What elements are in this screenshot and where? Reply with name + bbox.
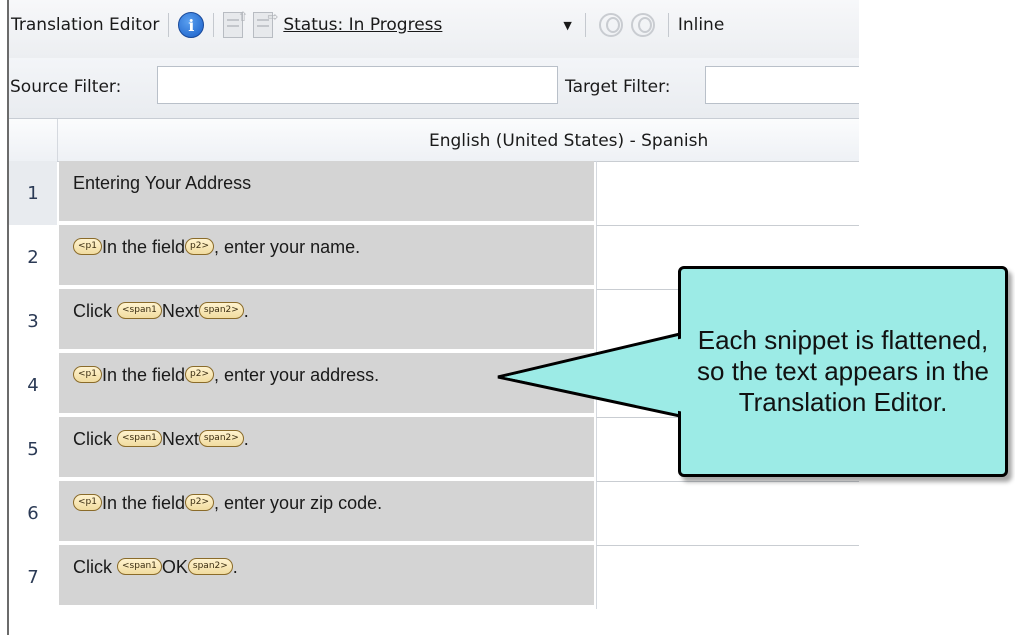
target-cell[interactable]: [596, 545, 859, 609]
source-text: , enter your name.: [214, 237, 361, 257]
inline-tag: p2>: [185, 365, 215, 383]
source-text: Next: [161, 429, 199, 449]
inline-tag: p2>: [185, 493, 215, 511]
row-number: 4: [27, 374, 39, 396]
source-text: Click: [73, 429, 117, 449]
source-cell[interactable]: <p1 In the field p2>, enter your zip code.: [59, 481, 594, 543]
source-text: In the field: [101, 237, 186, 257]
source-text: Click: [73, 557, 117, 577]
inline-tag: <span1: [117, 429, 162, 447]
toolbar: Translation Editor i ⇧ ⇨ Status: In Prog…: [9, 0, 859, 59]
grid-corner: [9, 119, 58, 161]
segment-row[interactable]: 1 Entering Your Address: [9, 161, 859, 225]
chevron-down-icon: ▼: [563, 18, 572, 32]
source-text: , enter your zip code.: [214, 493, 383, 513]
row-number: 5: [27, 438, 39, 460]
source-text: .: [232, 557, 238, 577]
toolbar-separator: [584, 13, 586, 37]
segment-row[interactable]: 7 Click <span1 OK span2>.: [9, 545, 859, 609]
source-text: Entering Your Address: [73, 173, 252, 193]
source-cell[interactable]: Click <span1 Next span2>.: [59, 417, 594, 479]
row-number: 7: [27, 566, 39, 588]
row-number: 3: [27, 310, 39, 332]
toolbar-separator: [168, 13, 170, 37]
inline-tag: span2>: [198, 301, 244, 319]
inline-tag: span2>: [187, 557, 233, 575]
source-text: .: [243, 429, 249, 449]
inline-tag: p2>: [185, 237, 215, 255]
source-text: Next: [161, 301, 199, 321]
source-text: In the field: [101, 493, 186, 513]
source-text: Click: [73, 301, 117, 321]
filter-bar: Source Filter: Target Filter:: [9, 58, 859, 119]
source-filter-input[interactable]: [157, 66, 558, 104]
source-text: , enter your address.: [214, 365, 380, 385]
source-cell[interactable]: <p1 In the field p2>, enter your name.: [59, 225, 594, 287]
callout-pointer: [497, 332, 682, 418]
export-document-icon[interactable]: ⇧: [223, 10, 248, 38]
source-text: In the field: [101, 365, 186, 385]
inline-tag: <span1: [117, 557, 162, 575]
inline-tag: <p1: [73, 365, 102, 383]
row-number: 6: [27, 502, 39, 524]
status-dropdown[interactable]: Status: In Progress ▼: [283, 15, 575, 35]
grid-header: English (United States) - Spanish: [9, 119, 859, 162]
row-number: 2: [27, 246, 39, 268]
target-filter-input[interactable]: [705, 66, 859, 104]
segment-row[interactable]: 6 <p1 In the field p2>, enter your zip code…: [9, 481, 859, 545]
inline-tag: <span1: [117, 301, 162, 319]
status-dropdown-label: Status: In Progress: [283, 15, 443, 35]
inline-button[interactable]: Inline: [678, 15, 724, 35]
inline-tag: <p1: [73, 493, 102, 511]
row-number: 1: [9, 161, 57, 225]
toolbar-row: Translation Editor i ⇧ ⇨ Status: In Prog…: [9, 8, 724, 42]
segment-merge-icon[interactable]: [598, 13, 623, 37]
source-cell[interactable]: Click <span1 OK span2>.: [59, 545, 594, 607]
info-icon[interactable]: i: [178, 12, 205, 38]
source-text: OK: [161, 557, 188, 577]
target-filter-label: Target Filter:: [565, 77, 671, 97]
source-filter-label: Source Filter:: [10, 77, 122, 97]
language-pair-header[interactable]: English (United States) - Spanish: [429, 131, 708, 151]
target-cell[interactable]: [596, 481, 859, 545]
callout-text: Each snippet is flattened, so the text a…: [697, 325, 989, 417]
import-document-icon[interactable]: ⇨: [253, 10, 278, 38]
inline-tag: <p1: [73, 237, 102, 255]
inline-tag: span2>: [198, 429, 244, 447]
toolbar-title: Translation Editor: [11, 15, 160, 35]
callout-box: Each snippet is flattened, so the text a…: [678, 266, 1008, 477]
toolbar-separator: [213, 13, 215, 37]
segment-split-icon[interactable]: [630, 13, 655, 37]
source-cell[interactable]: Entering Your Address: [59, 161, 594, 223]
toolbar-separator: [667, 13, 669, 37]
target-cell[interactable]: [596, 161, 859, 225]
source-text: .: [243, 301, 249, 321]
